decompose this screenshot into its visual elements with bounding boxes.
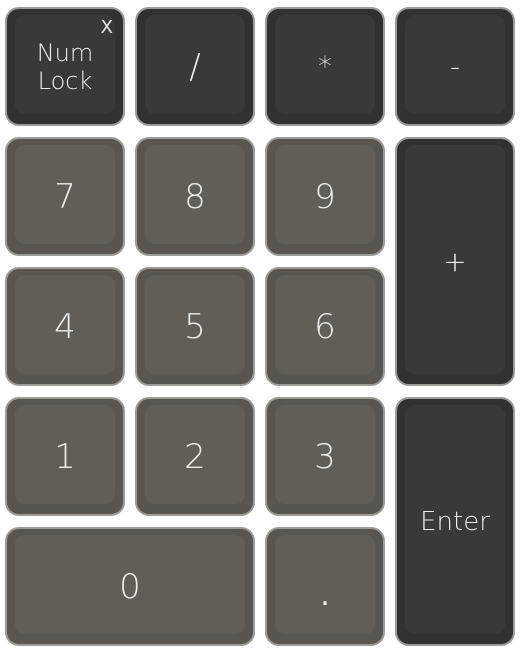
key-6-label: 6 <box>314 306 336 347</box>
subtract-key[interactable]: - <box>395 7 515 126</box>
numlock-label: Num Lock <box>36 38 94 95</box>
key-1[interactable]: 1 <box>5 397 125 516</box>
key-2-label: 2 <box>184 436 206 477</box>
key-3[interactable]: 3 <box>265 397 385 516</box>
key-2[interactable]: 2 <box>135 397 255 516</box>
subtract-label: - <box>449 49 461 83</box>
key-6[interactable]: 6 <box>265 267 385 386</box>
key-1-label: 1 <box>54 436 76 477</box>
decimal-label: . <box>320 577 330 613</box>
divide-label: / <box>189 46 201 87</box>
numlock-indicator: X <box>100 17 113 38</box>
key-0[interactable]: 0 <box>5 527 255 646</box>
divide-key[interactable]: / <box>135 7 255 126</box>
key-8-label: 8 <box>184 176 206 217</box>
key-3-label: 3 <box>314 436 336 477</box>
multiply-label: * <box>318 49 332 83</box>
key-8[interactable]: 8 <box>135 137 255 256</box>
multiply-key[interactable]: * <box>265 7 385 126</box>
decimal-key[interactable]: . <box>265 527 385 646</box>
key-5-label: 5 <box>184 306 206 347</box>
key-5[interactable]: 5 <box>135 267 255 386</box>
key-9[interactable]: 9 <box>265 137 385 256</box>
add-key[interactable]: + <box>395 137 515 386</box>
key-4-label: 4 <box>54 306 76 347</box>
key-7[interactable]: 7 <box>5 137 125 256</box>
key-7-label: 7 <box>54 176 76 217</box>
enter-label: Enter <box>420 506 490 537</box>
key-4[interactable]: 4 <box>5 267 125 386</box>
enter-key[interactable]: Enter <box>395 397 515 646</box>
key-0-label: 0 <box>119 566 141 607</box>
add-label: + <box>443 244 467 278</box>
key-9-label: 9 <box>314 176 336 217</box>
numlock-key[interactable]: X Num Lock <box>5 7 125 126</box>
